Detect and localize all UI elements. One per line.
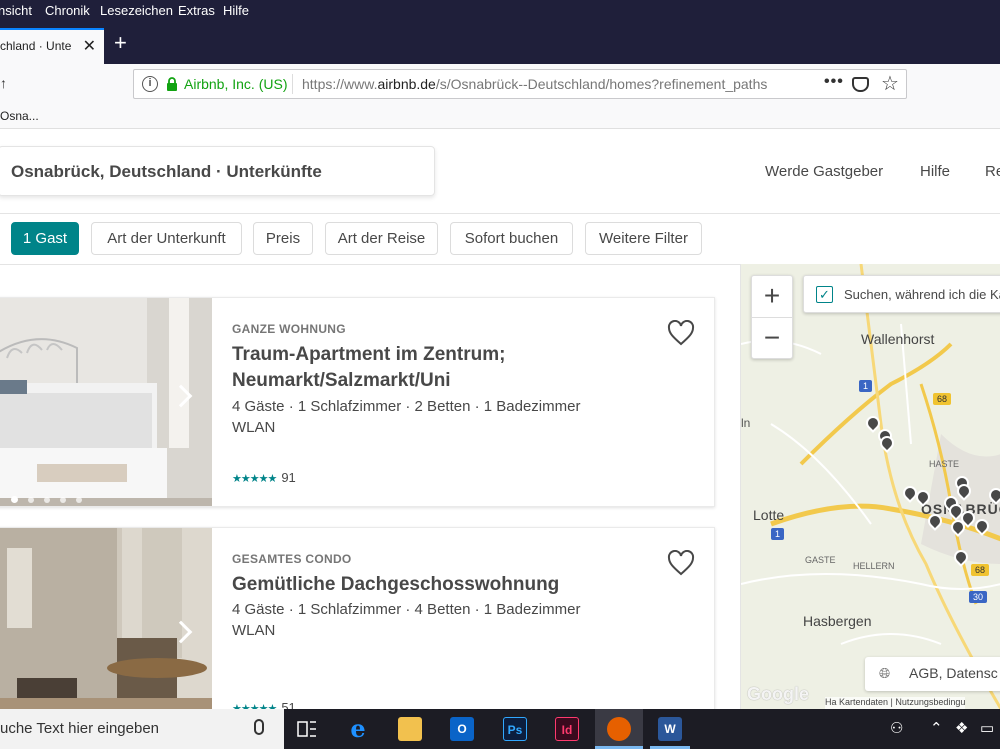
heart-icon[interactable] [667, 550, 695, 576]
star-rating-icon: ★★★★★ [232, 473, 277, 485]
filter-guests[interactable]: 1 Gast [11, 222, 79, 255]
map-label: Lotte [753, 507, 785, 523]
internet-explorer-icon[interactable]: e [346, 717, 370, 741]
map-label: ln [741, 416, 751, 430]
photoshop-icon[interactable]: Ps [503, 717, 527, 741]
road-shield: 68 [971, 564, 990, 576]
checkbox-checked-icon[interactable]: ✓ [816, 286, 833, 303]
site-identity[interactable]: Airbnb, Inc. (US) [184, 76, 287, 92]
firefox-icon[interactable] [607, 717, 631, 741]
close-tab-icon[interactable]: ✕ [83, 36, 96, 56]
listing-card[interactable]: GESAMTES CONDO Gemütliche Dachgeschosswo… [0, 527, 715, 717]
file-explorer-icon[interactable] [398, 717, 422, 741]
listing-details: 4 Gäste · 1 Schlafzimmer · 4 Betten · 1 … [232, 601, 581, 618]
filter-instant-book[interactable]: Sofort buchen [450, 222, 573, 255]
pocket-icon[interactable] [852, 77, 869, 92]
road-shield: 68 [933, 393, 952, 405]
bookmark-star-icon[interactable]: ☆ [881, 71, 899, 96]
header-divider [0, 213, 1000, 214]
menu-chronik[interactable]: Chronik [45, 3, 90, 18]
filters-divider [0, 264, 740, 265]
location-search-text: Osnabrück, Deutschland · Unterkünfte [11, 162, 322, 181]
zoom-out-button[interactable]: − [752, 318, 792, 360]
chevron-up-icon[interactable]: ⌃ [930, 719, 943, 737]
zoom-controls: + − [751, 275, 793, 359]
globe-icon: 🌐︎ [879, 665, 891, 681]
map-label: Wallenhorst [861, 331, 935, 347]
tab-title: chland · Unte [0, 39, 72, 53]
new-tab-button[interactable]: + [114, 32, 127, 54]
tab-bar: chland · Unte ✕ + [0, 22, 1000, 64]
address-bar[interactable]: i Airbnb, Inc. (US) https://www.airbnb.d… [133, 69, 907, 99]
word-icon[interactable]: W [658, 717, 682, 741]
info-icon[interactable]: i [142, 76, 158, 92]
review-count: 91 [281, 470, 296, 485]
listing-title[interactable]: Gemütliche Dachgeschosswohnung [232, 572, 652, 598]
dropbox-icon[interactable]: ❖ [955, 719, 968, 737]
people-icon[interactable]: ⚇ [890, 719, 903, 737]
zoom-in-button[interactable]: + [752, 276, 792, 318]
menu-ansicht[interactable]: nsicht [0, 3, 32, 18]
road-shield: 1 [771, 528, 785, 540]
listing-amenity: WLAN [232, 622, 276, 639]
navigation-bar: ↑ i Airbnb, Inc. (US) https://www.airbnb… [0, 64, 1000, 104]
road-shield: 1 [859, 380, 873, 392]
separator [292, 74, 293, 94]
listing-photo[interactable] [0, 298, 212, 506]
microphone-icon[interactable] [254, 719, 264, 735]
google-logo: Google [747, 684, 809, 704]
road-shield: 30 [969, 591, 988, 603]
listing-photo[interactable] [0, 528, 212, 716]
nav-register[interactable]: Re [985, 163, 1000, 180]
listing-card[interactable]: GANZE WOHNUNG Traum-Apartment im Zentrum… [0, 297, 715, 507]
browser-tab[interactable]: chland · Unte ✕ [0, 28, 104, 64]
nav-become-host[interactable]: Werde Gastgeber [765, 163, 883, 180]
filter-more[interactable]: Weitere Filter [585, 222, 702, 255]
bookmarks-bar: Osna... [0, 104, 1000, 129]
filter-trip-type[interactable]: Art der Reise [325, 222, 438, 255]
windows-taskbar: uche Text hier eingeben e O Ps Id W ⚇ ⌃ … [0, 709, 1000, 749]
network-icon[interactable]: ▭ [980, 719, 994, 737]
photo-dots [11, 490, 92, 506]
listing-amenity: WLAN [232, 419, 276, 436]
airbnb-page: Osnabrück, Deutschland · Unterkünfte Wer… [0, 129, 1000, 717]
terms-privacy-label: AGB, Datensc [909, 665, 998, 681]
menu-extras[interactable]: Extras [178, 3, 215, 18]
menu-lesezeichen[interactable]: Lesezeichen [100, 3, 173, 18]
listing-details: 4 Gäste · 1 Schlafzimmer · 2 Betten · 1 … [232, 398, 581, 415]
heart-icon[interactable] [667, 320, 695, 346]
menu-hilfe[interactable]: Hilfe [223, 3, 249, 18]
url-text[interactable]: https://www.airbnb.de/s/Osnabrück--Deuts… [302, 76, 786, 92]
location-search-box[interactable]: Osnabrück, Deutschland · Unterkünfte [0, 146, 435, 196]
map[interactable]: + − ✓ Suchen, während ich die Ka Wallenh… [740, 264, 1000, 709]
terms-privacy-button[interactable]: 🌐︎ AGB, Datensc [865, 657, 1000, 691]
menu-bar: nsicht Chronik Lesezeichen Extras Hilfe [0, 0, 1000, 22]
search-as-map-moves-label: Suchen, während ich die Ka [844, 287, 1000, 302]
listing-type: GESAMTES CONDO [232, 552, 352, 566]
listing-title[interactable]: Traum-Apartment im Zentrum; Neumarkt/Sal… [232, 342, 652, 394]
indesign-icon[interactable]: Id [555, 717, 579, 741]
map-attribution[interactable]: Ha Kartendaten | Nutzungsbedingu [825, 697, 966, 709]
bookmark-item[interactable]: Osna... [0, 109, 39, 123]
map-label: Hasbergen [803, 613, 872, 629]
map-label: GASTE [805, 555, 836, 565]
page-actions-icon[interactable]: ••• [824, 73, 844, 91]
nav-help[interactable]: Hilfe [920, 163, 950, 180]
filter-price[interactable]: Preis [253, 222, 313, 255]
taskbar-search-placeholder: uche Text hier eingeben [0, 720, 160, 737]
map-label: HASTE [929, 459, 960, 469]
search-as-map-moves[interactable]: ✓ Suchen, während ich die Ka [803, 275, 1000, 313]
map-label: HELLERN [853, 561, 895, 571]
lock-icon[interactable] [166, 77, 178, 91]
rating: ★★★★★ 91 [232, 470, 296, 485]
outlook-icon[interactable]: O [450, 717, 474, 741]
filter-property-type[interactable]: Art der Unterkunft [91, 222, 242, 255]
task-view-icon[interactable] [297, 719, 317, 739]
listing-type: GANZE WOHNUNG [232, 322, 346, 336]
taskbar-search[interactable]: uche Text hier eingeben [0, 709, 284, 749]
back-arrow-icon[interactable]: ↑ [0, 75, 7, 91]
